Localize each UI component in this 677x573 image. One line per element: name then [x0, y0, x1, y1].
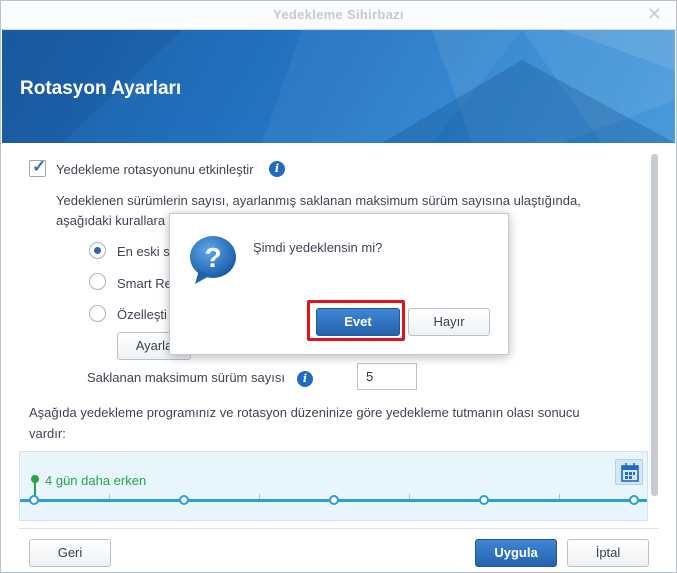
result-description-line1: Aşağıda yedekleme programınız ve rotasyo… [29, 405, 580, 420]
footer-divider [19, 528, 659, 529]
enable-rotation-checkbox[interactable]: ✓ [29, 157, 47, 177]
rotation-description-line1: Yedeklenen sürümlerin sayısı, ayarlanmış… [56, 193, 581, 208]
max-versions-label: Saklanan maksimum sürüm sayısı [87, 370, 285, 385]
back-button[interactable]: Geri [29, 539, 111, 567]
svg-text:?: ? [204, 242, 221, 273]
dialog-message: Şimdi yedeklensin mi? [253, 240, 383, 255]
timeline-node[interactable] [479, 495, 489, 505]
rotation-description-line2: aşağıdaki kurallara [56, 213, 166, 228]
timeline-tick [409, 494, 410, 499]
header-banner: Rotasyon Ayarları [2, 30, 675, 143]
cancel-button[interactable]: İptal [567, 539, 649, 567]
radio-smart-recycle[interactable] [89, 273, 106, 290]
page-heading: Rotasyon Ayarları [20, 78, 182, 99]
content-scrollbar[interactable] [651, 154, 658, 496]
timeline-node[interactable] [29, 495, 39, 505]
timeline-tick [559, 494, 560, 499]
apply-button[interactable]: Uygula [475, 539, 557, 567]
info-icon[interactable]: i [297, 371, 313, 387]
timeline-node[interactable] [179, 495, 189, 505]
backup-wizard-window: Yedekleme Sihirbazı ✕ Rotasyon Ayarları … [0, 0, 677, 573]
radio-oldest-label: En eski s [117, 244, 170, 259]
radio-oldest-versions[interactable] [89, 242, 106, 259]
close-icon[interactable]: ✕ [647, 4, 662, 25]
radio-custom-label: Özelleşti [117, 307, 167, 322]
timeline-marker-label: 4 gün daha erken [45, 473, 147, 488]
radio-smart-recycle-label: Smart Re [117, 276, 172, 291]
checkmark-icon: ✓ [32, 157, 47, 176]
result-description-line2: vardır: [29, 426, 66, 441]
enable-rotation-label: Yedekleme rotasyonunu etkinleştir [56, 162, 254, 177]
timeline-node[interactable] [629, 495, 639, 505]
radio-custom[interactable] [89, 305, 106, 322]
highlight-box [307, 300, 405, 341]
title-bar: Yedekleme Sihirbazı ✕ [1, 1, 676, 30]
question-icon: ? [190, 236, 236, 284]
no-button[interactable]: Hayır [408, 308, 490, 336]
timeline-tick [109, 494, 110, 499]
timeline-tick [259, 494, 260, 499]
calendar-icon[interactable] [615, 459, 643, 485]
max-versions-input[interactable]: 5 [357, 363, 417, 390]
window-title: Yedekleme Sihirbazı [273, 7, 404, 22]
rotation-timeline: 4 gün daha erken [19, 451, 648, 521]
timeline-node[interactable] [329, 495, 339, 505]
info-icon[interactable]: i [269, 161, 285, 177]
